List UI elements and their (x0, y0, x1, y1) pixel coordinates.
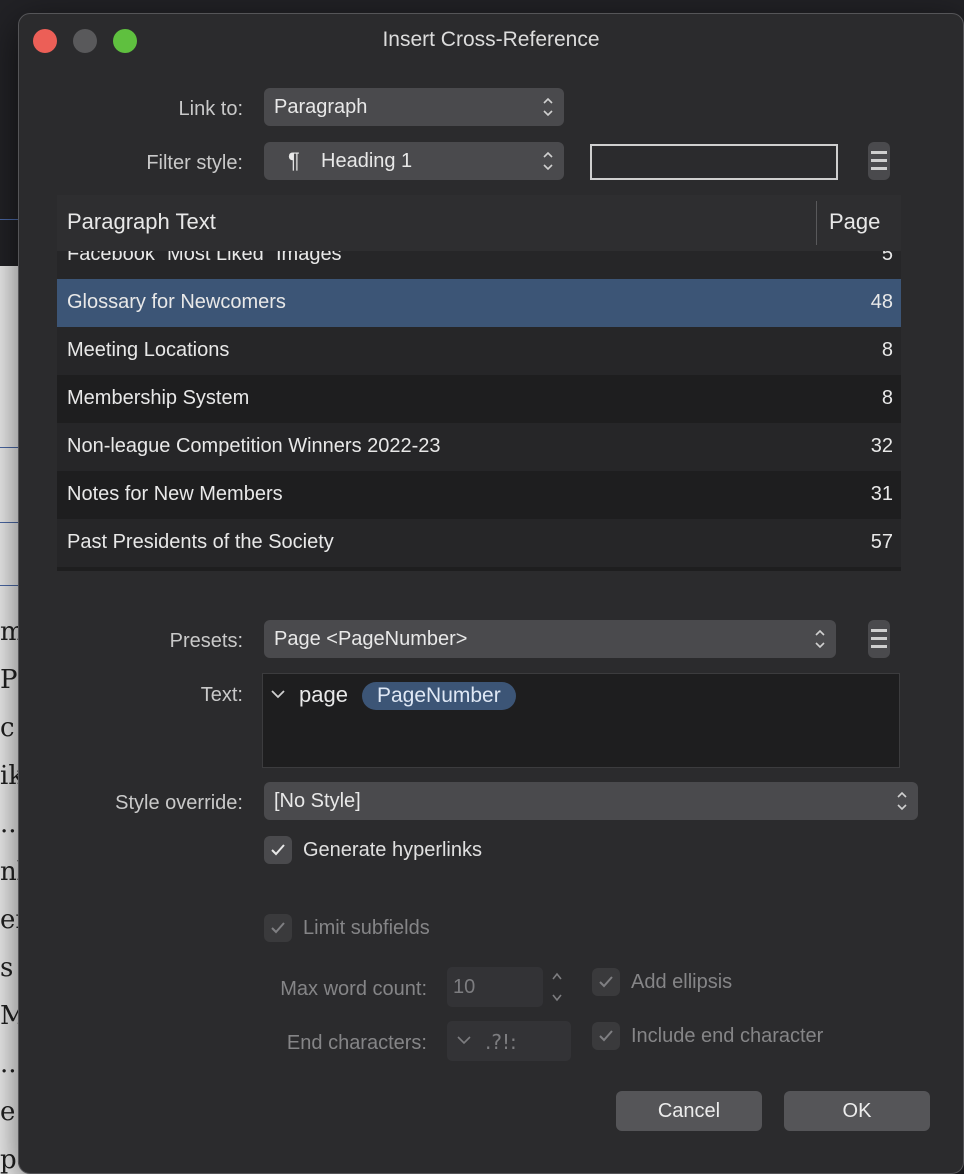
checkmark-icon (271, 844, 285, 856)
generate-hyperlinks-checkbox[interactable] (264, 836, 292, 864)
max-word-count-value: 10 (453, 976, 476, 998)
hamburger-icon-line (871, 167, 887, 170)
filter-style-value: Heading 1 (321, 150, 413, 172)
table-row[interactable]: Non-league Competition Winners 2022-23 3… (57, 423, 901, 471)
table-row[interactable]: Membership System 8 (57, 375, 901, 423)
page-number-token[interactable]: PageNumber (362, 682, 516, 710)
generate-hyperlinks-label[interactable]: Generate hyperlinks (303, 839, 482, 862)
column-header-page[interactable]: Page (829, 209, 880, 235)
presets-popup[interactable]: Page <PageNumber> (264, 620, 836, 658)
row-paragraph-text: Glossary for Newcomers (67, 291, 286, 313)
filter-options-menu-button[interactable] (868, 142, 890, 180)
max-word-count-input[interactable]: 10 (447, 967, 543, 1007)
row-paragraph-text: Membership System (67, 387, 250, 409)
text-label: Text: (200, 684, 243, 706)
cross-reference-text-editor[interactable]: page PageNumber (262, 673, 900, 768)
text-literal: page (299, 682, 348, 707)
link-to-value: Paragraph (274, 96, 368, 118)
presets-menu-button[interactable] (868, 620, 890, 658)
filter-style-popup[interactable]: ¶ Heading 1 (264, 142, 564, 180)
table-header: Paragraph Text Page (57, 195, 901, 251)
row-paragraph-text: Facebook “Most Liked” Images (67, 251, 342, 265)
checkmark-icon (271, 922, 285, 934)
end-characters-combo[interactable]: .?!: (447, 1021, 571, 1061)
checkmark-icon (599, 1030, 613, 1042)
table-body: Facebook “Most Liked” Images 5 Glossary … (57, 251, 901, 571)
checkmark-icon (599, 976, 613, 988)
style-override-value: [No Style] (274, 790, 361, 812)
end-characters-value: .?!: (485, 1030, 517, 1054)
max-word-count-label: Max word count: (280, 978, 427, 1000)
title-bar: Insert Cross-Reference (19, 14, 963, 68)
hamburger-icon (871, 151, 887, 154)
presets-label: Presets: (169, 630, 243, 652)
style-override-label: Style override: (115, 792, 243, 814)
dialog-title: Insert Cross-Reference (382, 28, 600, 51)
row-paragraph-text: Meeting Locations (67, 339, 230, 361)
limit-subfields-label[interactable]: Limit subfields (303, 917, 430, 940)
row-paragraph-text: Non-league Competition Winners 2022-23 (67, 435, 441, 457)
popup-arrows-icon (814, 627, 826, 651)
ok-button[interactable]: OK (784, 1091, 930, 1131)
row-page-number: 8 (881, 339, 893, 361)
filter-search-input[interactable] (590, 144, 838, 180)
include-end-character-label[interactable]: Include end character (631, 1025, 823, 1048)
add-ellipsis-checkbox[interactable] (592, 968, 620, 996)
filter-style-label: Filter style: (146, 152, 243, 174)
link-to-label: Link to: (178, 98, 243, 120)
row-page-number: 31 (870, 483, 893, 505)
hamburger-icon-line (871, 637, 887, 640)
hamburger-icon-line (871, 645, 887, 648)
column-header-paragraph-text[interactable]: Paragraph Text (67, 209, 216, 235)
popup-arrows-icon (542, 149, 554, 173)
row-paragraph-text: Past Presidents of the Society (67, 531, 334, 553)
table-row[interactable]: Past Presidents of the Society 57 (57, 519, 901, 567)
cancel-button[interactable]: Cancel (616, 1091, 762, 1131)
chevron-down-icon[interactable] (271, 686, 285, 704)
row-page-number: 57 (870, 531, 893, 553)
max-word-count-stepper[interactable] (551, 969, 563, 1005)
presets-value: Page <PageNumber> (274, 628, 468, 650)
table-row[interactable]: Meeting Locations 8 (57, 327, 901, 375)
add-ellipsis-label[interactable]: Add ellipsis (631, 971, 732, 994)
pilcrow-icon: ¶ (288, 148, 300, 173)
row-page-number: 48 (870, 291, 893, 313)
column-divider[interactable] (816, 201, 817, 245)
row-page-number: 32 (870, 435, 893, 457)
insert-cross-reference-dialog: Insert Cross-Reference Link to: Paragrap… (18, 13, 964, 1174)
hamburger-icon-line (871, 159, 887, 162)
hamburger-icon (871, 629, 887, 632)
table-row[interactable]: Notes for New Members 31 (57, 471, 901, 519)
end-characters-label: End characters: (286, 1032, 427, 1054)
paragraph-table[interactable]: Paragraph Text Page Facebook “Most Liked… (57, 195, 901, 571)
popup-arrows-icon (896, 789, 908, 813)
row-page-number: 5 (881, 251, 893, 265)
link-to-popup[interactable]: Paragraph (264, 88, 564, 126)
table-row-selected[interactable]: Glossary for Newcomers 48 (57, 279, 901, 327)
table-row[interactable]: Facebook “Most Liked” Images 5 (57, 251, 901, 279)
limit-subfields-checkbox[interactable] (264, 914, 292, 942)
row-page-number: 8 (881, 387, 893, 409)
style-override-popup[interactable]: [No Style] (264, 782, 918, 820)
row-paragraph-text: Notes for New Members (67, 483, 283, 505)
chevron-down-icon[interactable] (457, 1021, 471, 1061)
include-end-character-checkbox[interactable] (592, 1022, 620, 1050)
popup-arrows-icon (542, 95, 554, 119)
